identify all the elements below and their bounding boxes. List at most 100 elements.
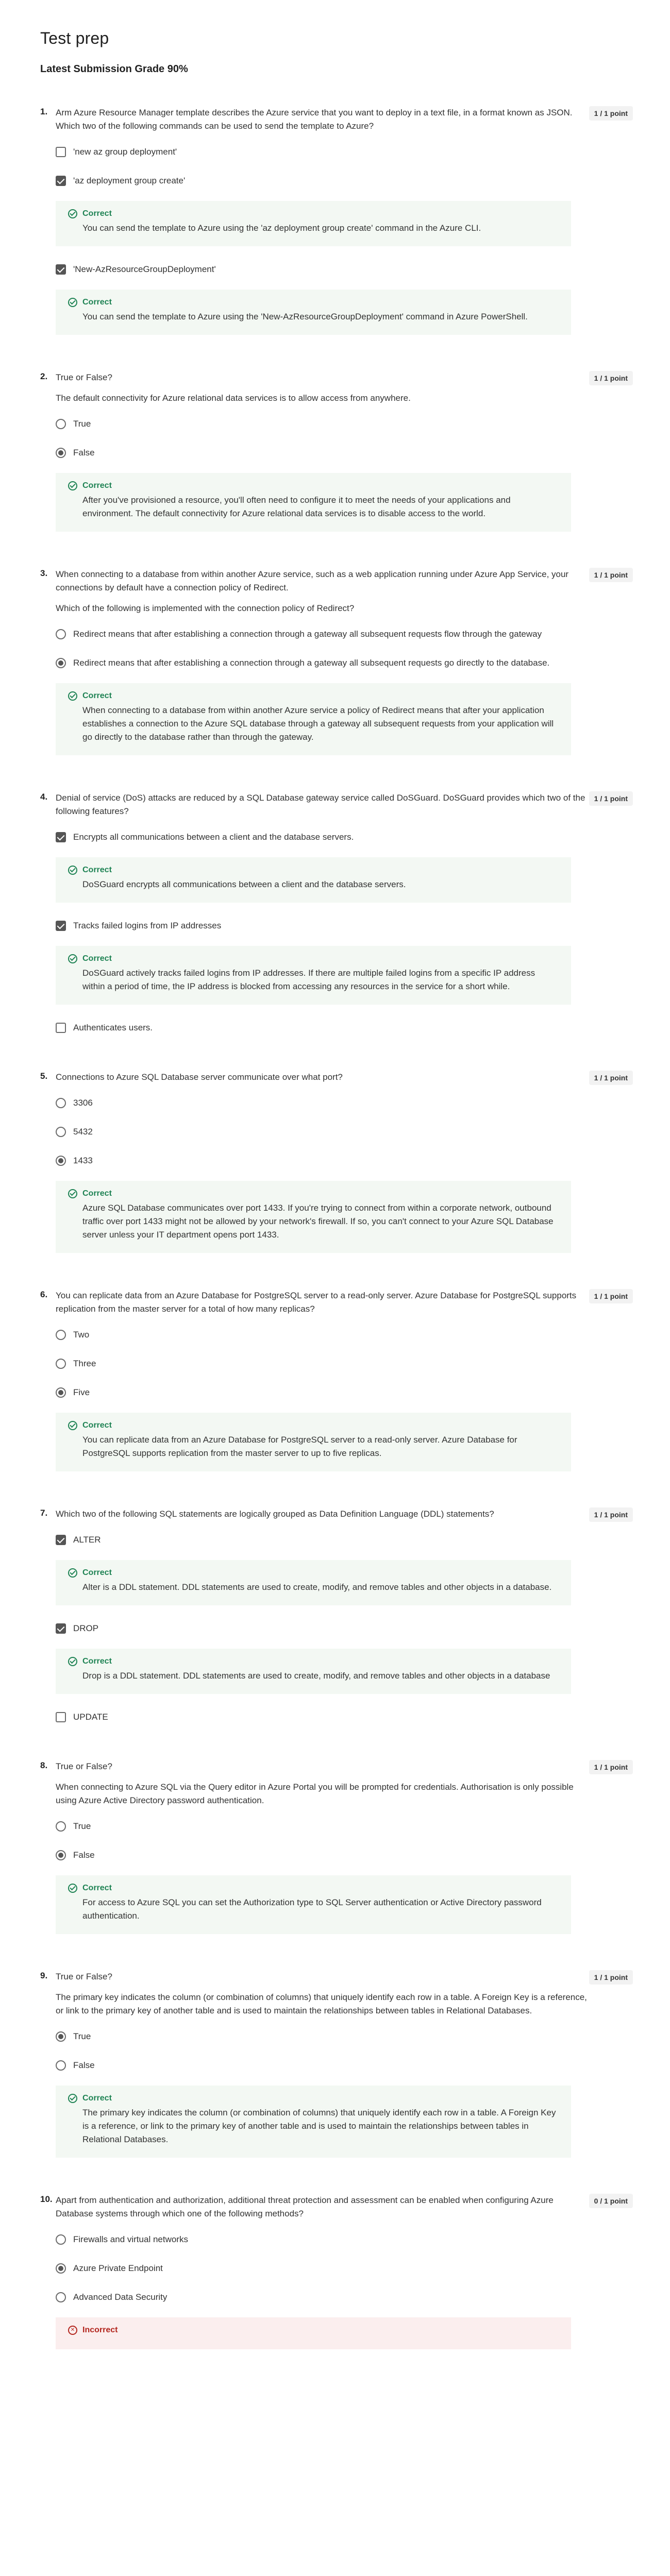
answer-radio[interactable] — [56, 2234, 66, 2245]
answer-radio[interactable] — [56, 1359, 66, 1369]
feedback-header: Correct — [68, 1421, 559, 1430]
feedback-title: Correct — [82, 954, 112, 963]
answer-option[interactable]: Firewalls and virtual networks — [56, 2233, 633, 2246]
answer-radio[interactable] — [56, 1156, 66, 1166]
answer-options: ALTER Correct Alter is a DDL statement. DD… — [56, 1533, 633, 1724]
answer-label: Redirect means that after establishing a… — [73, 629, 542, 639]
answer-label: Three — [73, 1359, 96, 1368]
answer-options: 'new az group deployment' 'az deployment … — [56, 145, 633, 335]
answer-radio[interactable] — [56, 2292, 66, 2302]
answer-option[interactable]: Three — [56, 1357, 633, 1370]
answer-label: Five — [73, 1387, 90, 1397]
feedback-correct: Correct DoSGuard actively tracks failed l… — [56, 946, 571, 1005]
feedback-correct: Correct The primary key indicates the col… — [56, 2086, 571, 2158]
answer-option[interactable]: True — [56, 2030, 633, 2043]
question-body: Connections to Azure SQL Database server… — [56, 1071, 592, 1084]
answer-option[interactable]: Tracks failed logins from IP addresses — [56, 919, 633, 933]
answer-checkbox[interactable] — [56, 1712, 66, 1722]
feedback-header: Correct — [68, 866, 559, 875]
submission-grade: Latest Submission Grade 90% — [40, 63, 188, 75]
question-1: 1 / 1 point 1. Arm Azure Resource Manager … — [40, 106, 633, 335]
answer-radio[interactable] — [56, 2263, 66, 2274]
answer-option[interactable]: True — [56, 1820, 633, 1833]
answer-radio[interactable] — [56, 448, 66, 458]
answer-checkbox[interactable] — [56, 921, 66, 931]
answer-option[interactable]: True — [56, 417, 633, 431]
answer-option[interactable]: Azure Private Endpoint — [56, 2262, 633, 2275]
answer-radio[interactable] — [56, 1127, 66, 1137]
answer-radio[interactable] — [56, 1098, 66, 1108]
answer-checkbox[interactable] — [56, 832, 66, 842]
question-2: 1 / 1 point 2. True or False? The default c… — [40, 371, 633, 532]
answer-option[interactable]: UPDATE — [56, 1710, 633, 1724]
feedback-text: You can send the template to Azure using… — [82, 312, 528, 321]
check-circle-icon — [68, 1884, 77, 1893]
answer-radio[interactable] — [56, 1821, 66, 1832]
feedback-text: For access to Azure SQL you can set the … — [82, 1897, 542, 1921]
answer-option[interactable]: Redirect means that after establishing a… — [56, 656, 633, 670]
answer-option[interactable]: Two — [56, 1328, 633, 1342]
question-body: True or False? The default connectivity f… — [56, 371, 592, 405]
answer-option[interactable]: Advanced Data Security — [56, 2291, 633, 2304]
answer-option[interactable]: False — [56, 446, 633, 460]
answer-option[interactable]: 3306 — [56, 1096, 633, 1110]
answer-radio[interactable] — [56, 629, 66, 639]
answer-label: ALTER — [73, 1535, 101, 1545]
question-header: 5. Connections to Azure SQL Database serv… — [40, 1071, 633, 1084]
answer-label: Two — [73, 1330, 90, 1340]
answer-radio[interactable] — [56, 658, 66, 668]
answer-checkbox[interactable] — [56, 147, 66, 157]
feedback-header: Correct — [68, 1189, 559, 1198]
answer-option[interactable]: 'new az group deployment' — [56, 145, 633, 159]
question-subtext: The primary key indicates the column (or… — [56, 1992, 587, 2015]
answer-option[interactable]: DROP — [56, 1622, 633, 1635]
answer-option[interactable]: 5432 — [56, 1125, 633, 1139]
question-10: 0 / 1 point 10. Apart from authentication … — [40, 2194, 633, 2349]
answer-option[interactable]: 'az deployment group create' — [56, 174, 633, 188]
question-subtext: The default connectivity for Azure relat… — [56, 393, 411, 403]
answer-label: DROP — [73, 1623, 99, 1633]
answer-option[interactable]: Redirect means that after establishing a… — [56, 628, 633, 641]
feedback-correct: Correct For access to Azure SQL you can s… — [56, 1875, 571, 1934]
question-text: Arm Azure Resource Manager template desc… — [56, 108, 573, 131]
feedback-title: Correct — [82, 2094, 112, 2103]
question-number: 9. — [40, 1971, 48, 1980]
answer-option[interactable]: Encrypts all communications between a cl… — [56, 831, 633, 844]
feedback-correct: Correct You can send the template to Azur… — [56, 201, 571, 246]
feedback-text: After you've provisioned a resource, you… — [82, 495, 511, 518]
answer-option[interactable]: False — [56, 1849, 633, 1862]
points-badge: 1 / 1 point — [589, 1760, 633, 1774]
answer-radio[interactable] — [56, 1387, 66, 1398]
feedback-header: Correct — [68, 954, 559, 963]
question-text: When connecting to a database from withi… — [56, 569, 569, 592]
answer-option[interactable]: 'New-AzResourceGroupDeployment' — [56, 263, 633, 276]
answer-option[interactable]: ALTER — [56, 1533, 633, 1547]
feedback-correct: Correct After you've provisioned a resour… — [56, 473, 571, 532]
question-list: 1 / 1 point 1. Arm Azure Resource Manager … — [40, 106, 633, 2349]
answer-radio[interactable] — [56, 2031, 66, 2042]
answer-radio[interactable] — [56, 1850, 66, 1860]
answer-radio[interactable] — [56, 419, 66, 429]
answer-option[interactable]: 1433 — [56, 1154, 633, 1167]
check-circle-icon — [68, 298, 77, 307]
answer-label: 'az deployment group create' — [73, 176, 186, 185]
answer-option[interactable]: Five — [56, 1386, 633, 1399]
answer-option[interactable]: Authenticates users. — [56, 1021, 633, 1035]
answer-checkbox[interactable] — [56, 1023, 66, 1033]
answer-checkbox[interactable] — [56, 176, 66, 186]
answer-option[interactable]: False — [56, 2059, 633, 2072]
question-number: 1. — [40, 107, 48, 116]
question-header: 6. You can replicate data from an Azure D… — [40, 1289, 633, 1316]
feedback-title: Correct — [82, 1657, 112, 1666]
question-header: 10. Apart from authentication and authori… — [40, 2194, 633, 2221]
answer-checkbox[interactable] — [56, 264, 66, 275]
answer-checkbox[interactable] — [56, 1623, 66, 1634]
question-header: 1. Arm Azure Resource Manager template de… — [40, 106, 633, 133]
answer-checkbox[interactable] — [56, 1535, 66, 1545]
answer-radio[interactable] — [56, 1330, 66, 1340]
points-badge: 0 / 1 point — [589, 2194, 633, 2208]
question-5: 1 / 1 point 5. Connections to Azure SQL Da… — [40, 1071, 633, 1253]
question-text: True or False? — [56, 1761, 112, 1771]
answer-radio[interactable] — [56, 2060, 66, 2071]
question-text: True or False? — [56, 1972, 112, 1981]
